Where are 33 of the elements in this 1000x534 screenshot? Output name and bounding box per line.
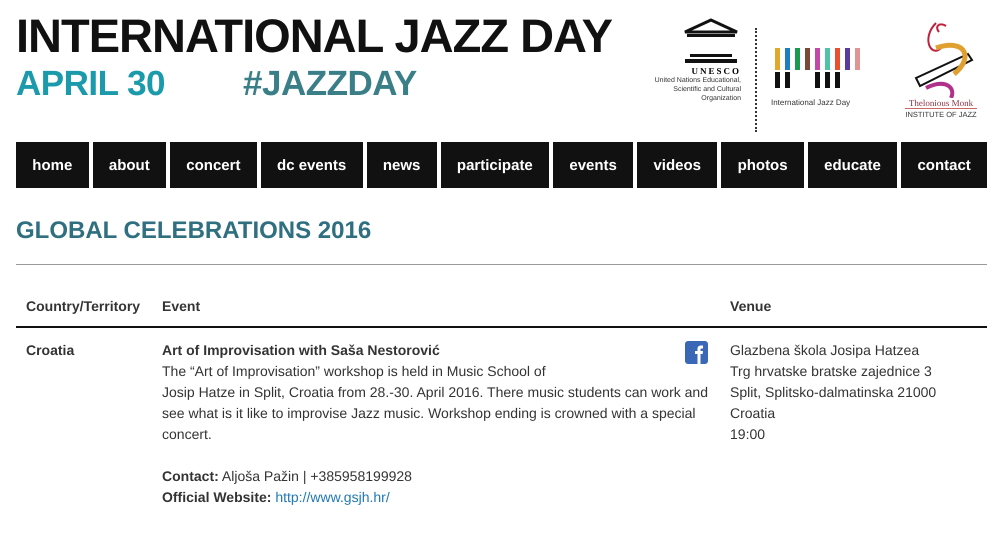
column-header: Venue [720, 265, 987, 328]
hashtag: #JAZZDAY [243, 63, 417, 105]
page-heading: GLOBAL CELEBRATIONS 2016 [16, 216, 987, 265]
nav-link[interactable]: educate [808, 142, 898, 188]
event-title: Art of Improvisation with Saša Nestorović [162, 341, 440, 360]
facebook-icon[interactable] [685, 341, 708, 364]
website-link[interactable]: http://www.gsjh.hr/ [275, 489, 390, 505]
jazz-day-caption: International Jazz Day [771, 98, 852, 107]
nav-link[interactable]: about [92, 142, 166, 188]
column-header: Event [152, 265, 720, 328]
venue-line: Glazbena škola Josipa Hatzea [730, 341, 920, 360]
nav-link[interactable]: dc events [260, 142, 363, 188]
site-title: INTERNATIONAL JAZZ DAY [16, 10, 612, 62]
nav-link[interactable]: photos [721, 142, 804, 188]
nav-link[interactable]: videos [637, 142, 718, 188]
nav-link[interactable]: participate [440, 142, 550, 188]
website-line: Official Website: http://www.gsjh.hr/ [162, 488, 391, 507]
venue-line: Trg hrvatske bratske zajednice 3 [730, 362, 933, 381]
contact-line: Contact: Aljoša Pažin | +385958199928 [162, 467, 413, 486]
event-description: The “Art of Improvisation” workshop is held in Music School of Josip Hatze in Split, Croatia from 28.-30. April 2016. There music students can work and see what is it like to improvise Jazz music. Workshop ending is crowned with a special concert. [162, 362, 710, 444]
nav-link[interactable]: contact [901, 142, 988, 188]
venue-line: 19:00 [730, 425, 766, 444]
unesco-mark: UNESCO [691, 66, 741, 76]
column-header: Country/Territory [16, 265, 152, 328]
venue-line: Split, Splitsko-dalmatinska 21000 [730, 383, 938, 402]
nav-link[interactable]: home [16, 142, 89, 188]
country-cell-text: Croatia [25, 341, 76, 360]
venue-line: Croatia [730, 404, 776, 423]
nav-link[interactable]: concert [170, 142, 257, 188]
institute-name: Thelonious Monk [908, 98, 974, 108]
nav-link[interactable]: news [366, 142, 437, 188]
event-date: APRIL 30 [16, 63, 166, 105]
nav-link[interactable]: events [553, 142, 634, 188]
